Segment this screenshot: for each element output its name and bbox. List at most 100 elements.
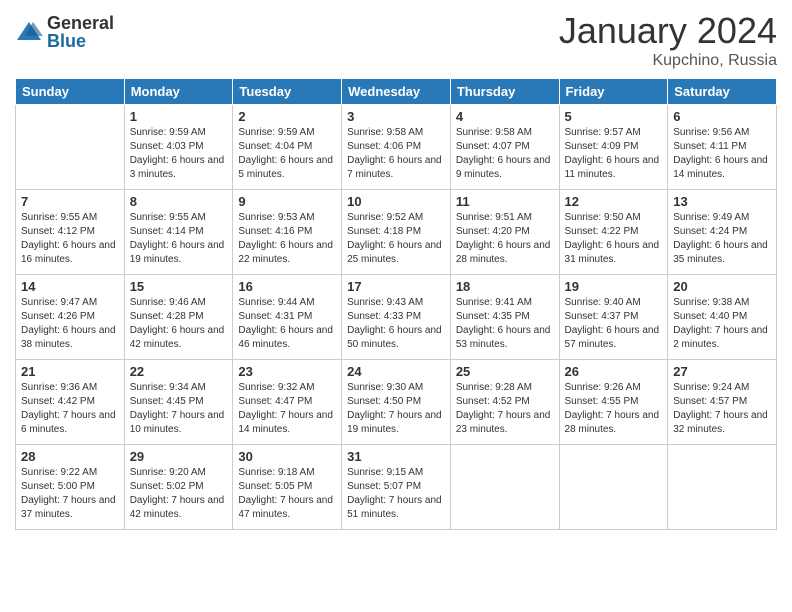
day-info: Sunrise: 9:40 AM Sunset: 4:37 PM Dayligh…	[565, 296, 663, 352]
day-info: Sunrise: 9:41 AM Sunset: 4:35 PM Dayligh…	[456, 296, 554, 352]
daylight-text: Daylight: 7 hours and 19 minutes.	[347, 409, 445, 437]
table-row: 12 Sunrise: 9:50 AM Sunset: 4:22 PM Dayl…	[559, 190, 668, 275]
daylight-text: Daylight: 7 hours and 6 minutes.	[21, 409, 119, 437]
sunset-text: Sunset: 4:47 PM	[238, 395, 336, 409]
table-row: 27 Sunrise: 9:24 AM Sunset: 4:57 PM Dayl…	[668, 360, 777, 445]
day-number: 19	[565, 279, 663, 294]
sunrise-text: Sunrise: 9:22 AM	[21, 466, 119, 480]
day-number: 17	[347, 279, 445, 294]
sunset-text: Sunset: 4:33 PM	[347, 310, 445, 324]
day-number: 7	[21, 194, 119, 209]
sunset-text: Sunset: 4:04 PM	[238, 140, 336, 154]
table-row: 21 Sunrise: 9:36 AM Sunset: 4:42 PM Dayl…	[16, 360, 125, 445]
sunrise-text: Sunrise: 9:56 AM	[673, 126, 771, 140]
day-number: 24	[347, 364, 445, 379]
sunset-text: Sunset: 4:22 PM	[565, 225, 663, 239]
sunrise-text: Sunrise: 9:55 AM	[130, 211, 228, 225]
sunrise-text: Sunrise: 9:44 AM	[238, 296, 336, 310]
sunrise-text: Sunrise: 9:15 AM	[347, 466, 445, 480]
day-info: Sunrise: 9:22 AM Sunset: 5:00 PM Dayligh…	[21, 466, 119, 522]
day-info: Sunrise: 9:59 AM Sunset: 4:03 PM Dayligh…	[130, 126, 228, 182]
sunset-text: Sunset: 4:24 PM	[673, 225, 771, 239]
header: General Blue January 2024 Kupchino, Russ…	[15, 10, 777, 70]
day-info: Sunrise: 9:15 AM Sunset: 5:07 PM Dayligh…	[347, 466, 445, 522]
sunrise-text: Sunrise: 9:53 AM	[238, 211, 336, 225]
sunset-text: Sunset: 4:09 PM	[565, 140, 663, 154]
daylight-text: Daylight: 6 hours and 16 minutes.	[21, 239, 119, 267]
sunrise-text: Sunrise: 9:20 AM	[130, 466, 228, 480]
sunrise-text: Sunrise: 9:55 AM	[21, 211, 119, 225]
day-number: 30	[238, 449, 336, 464]
table-row: 31 Sunrise: 9:15 AM Sunset: 5:07 PM Dayl…	[342, 445, 451, 530]
sunrise-text: Sunrise: 9:57 AM	[565, 126, 663, 140]
table-row	[668, 445, 777, 530]
sunrise-text: Sunrise: 9:50 AM	[565, 211, 663, 225]
day-number: 28	[21, 449, 119, 464]
calendar-week-row: 21 Sunrise: 9:36 AM Sunset: 4:42 PM Dayl…	[16, 360, 777, 445]
sunrise-text: Sunrise: 9:26 AM	[565, 381, 663, 395]
sunset-text: Sunset: 5:02 PM	[130, 480, 228, 494]
logo-blue: Blue	[47, 32, 114, 50]
daylight-text: Daylight: 7 hours and 37 minutes.	[21, 494, 119, 522]
logo-text: General Blue	[47, 14, 114, 50]
sunset-text: Sunset: 5:05 PM	[238, 480, 336, 494]
day-number: 29	[130, 449, 228, 464]
sunrise-text: Sunrise: 9:59 AM	[130, 126, 228, 140]
sunset-text: Sunset: 4:45 PM	[130, 395, 228, 409]
calendar-week-row: 28 Sunrise: 9:22 AM Sunset: 5:00 PM Dayl…	[16, 445, 777, 530]
sunset-text: Sunset: 4:18 PM	[347, 225, 445, 239]
day-info: Sunrise: 9:49 AM Sunset: 4:24 PM Dayligh…	[673, 211, 771, 267]
sunrise-text: Sunrise: 9:34 AM	[130, 381, 228, 395]
day-info: Sunrise: 9:51 AM Sunset: 4:20 PM Dayligh…	[456, 211, 554, 267]
sunset-text: Sunset: 5:00 PM	[21, 480, 119, 494]
day-info: Sunrise: 9:50 AM Sunset: 4:22 PM Dayligh…	[565, 211, 663, 267]
sunrise-text: Sunrise: 9:58 AM	[347, 126, 445, 140]
title-section: January 2024 Kupchino, Russia	[559, 10, 777, 70]
day-number: 20	[673, 279, 771, 294]
sunset-text: Sunset: 4:31 PM	[238, 310, 336, 324]
col-wednesday: Wednesday	[342, 79, 451, 105]
daylight-text: Daylight: 6 hours and 3 minutes.	[130, 154, 228, 182]
daylight-text: Daylight: 6 hours and 42 minutes.	[130, 324, 228, 352]
day-number: 16	[238, 279, 336, 294]
sunset-text: Sunset: 4:03 PM	[130, 140, 228, 154]
page: General Blue January 2024 Kupchino, Russ…	[0, 0, 792, 545]
sunset-text: Sunset: 4:57 PM	[673, 395, 771, 409]
sunset-text: Sunset: 4:16 PM	[238, 225, 336, 239]
day-info: Sunrise: 9:30 AM Sunset: 4:50 PM Dayligh…	[347, 381, 445, 437]
daylight-text: Daylight: 6 hours and 9 minutes.	[456, 154, 554, 182]
table-row: 30 Sunrise: 9:18 AM Sunset: 5:05 PM Dayl…	[233, 445, 342, 530]
col-thursday: Thursday	[450, 79, 559, 105]
daylight-text: Daylight: 7 hours and 10 minutes.	[130, 409, 228, 437]
day-number: 1	[130, 109, 228, 124]
day-number: 4	[456, 109, 554, 124]
daylight-text: Daylight: 6 hours and 11 minutes.	[565, 154, 663, 182]
table-row	[450, 445, 559, 530]
table-row: 25 Sunrise: 9:28 AM Sunset: 4:52 PM Dayl…	[450, 360, 559, 445]
table-row: 7 Sunrise: 9:55 AM Sunset: 4:12 PM Dayli…	[16, 190, 125, 275]
day-info: Sunrise: 9:26 AM Sunset: 4:55 PM Dayligh…	[565, 381, 663, 437]
table-row: 14 Sunrise: 9:47 AM Sunset: 4:26 PM Dayl…	[16, 275, 125, 360]
sunrise-text: Sunrise: 9:41 AM	[456, 296, 554, 310]
month-title: January 2024	[559, 10, 777, 52]
sunset-text: Sunset: 4:28 PM	[130, 310, 228, 324]
day-number: 23	[238, 364, 336, 379]
day-number: 26	[565, 364, 663, 379]
sunset-text: Sunset: 4:26 PM	[21, 310, 119, 324]
daylight-text: Daylight: 7 hours and 23 minutes.	[456, 409, 554, 437]
table-row: 11 Sunrise: 9:51 AM Sunset: 4:20 PM Dayl…	[450, 190, 559, 275]
sunrise-text: Sunrise: 9:30 AM	[347, 381, 445, 395]
sunset-text: Sunset: 4:37 PM	[565, 310, 663, 324]
daylight-text: Daylight: 7 hours and 42 minutes.	[130, 494, 228, 522]
day-info: Sunrise: 9:32 AM Sunset: 4:47 PM Dayligh…	[238, 381, 336, 437]
day-number: 13	[673, 194, 771, 209]
day-info: Sunrise: 9:59 AM Sunset: 4:04 PM Dayligh…	[238, 126, 336, 182]
sunrise-text: Sunrise: 9:40 AM	[565, 296, 663, 310]
sunset-text: Sunset: 4:52 PM	[456, 395, 554, 409]
day-number: 10	[347, 194, 445, 209]
calendar-week-row: 7 Sunrise: 9:55 AM Sunset: 4:12 PM Dayli…	[16, 190, 777, 275]
table-row: 16 Sunrise: 9:44 AM Sunset: 4:31 PM Dayl…	[233, 275, 342, 360]
day-number: 9	[238, 194, 336, 209]
daylight-text: Daylight: 6 hours and 28 minutes.	[456, 239, 554, 267]
day-number: 31	[347, 449, 445, 464]
